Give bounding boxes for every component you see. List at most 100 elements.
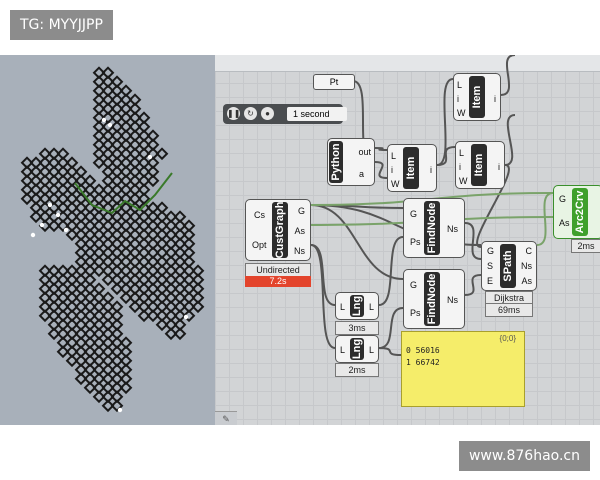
spath-output-As[interactable]: As <box>521 276 532 286</box>
lng1-input-L[interactable]: L <box>340 302 345 312</box>
timer-component[interactable]: ❚❚ ↻ ● 1 second <box>223 104 347 124</box>
spath-output-C[interactable]: C <box>526 246 533 256</box>
spath-output-Ns[interactable]: Ns <box>521 261 532 271</box>
spath-input-E[interactable]: E <box>487 276 493 286</box>
lng1-time-label: 3ms <box>335 321 379 335</box>
spath-input-G[interactable]: G <box>487 246 494 256</box>
wire <box>374 161 388 179</box>
spath-caption: SPath <box>500 244 516 288</box>
custgraph-caption: CustGraph <box>272 201 288 259</box>
custgraph-time-badge: 7.2s <box>245 276 311 287</box>
wire <box>378 236 404 306</box>
item3-input-L[interactable]: L <box>459 148 464 158</box>
custgraph-mode-label: Undirected <box>245 263 311 277</box>
lng2-time-label: 2ms <box>335 363 379 377</box>
spath-input-S[interactable]: S <box>487 261 493 271</box>
output-panel[interactable]: {0;0} 0 56016 1 66742 <box>401 331 525 407</box>
watermark-top-left: TG: MYYJJPP <box>10 10 113 40</box>
lng1-output-L[interactable]: L <box>369 302 374 312</box>
panel-row: 1 66742 <box>406 358 440 367</box>
findnode-component-2[interactable]: G Ps FindNode Ns <box>403 269 465 329</box>
mesh-node <box>107 122 113 128</box>
wire <box>436 146 456 166</box>
item3-input-i[interactable]: i <box>459 162 461 172</box>
lng2-caption: Lng <box>350 338 364 360</box>
findnode2-input-G[interactable]: G <box>410 280 417 290</box>
item2-input-i[interactable]: i <box>391 165 393 175</box>
findnode1-input-G[interactable]: G <box>410 209 417 219</box>
wire <box>310 244 336 349</box>
spath-component[interactable]: G S E SPath C Ns As <box>481 241 537 291</box>
wire <box>464 274 482 296</box>
wire <box>536 192 554 246</box>
findnode-component-1[interactable]: G Ps FindNode Ns <box>403 198 465 258</box>
lng-component-1[interactable]: L Lng L <box>335 292 379 320</box>
python-output-a[interactable]: a <box>359 169 364 179</box>
mesh-node <box>183 314 189 320</box>
findnode1-input-Ps[interactable]: Ps <box>410 237 421 247</box>
python-output-out[interactable]: out <box>358 147 371 157</box>
wire <box>504 114 516 166</box>
findnode2-output-Ns[interactable]: Ns <box>447 295 458 305</box>
wire <box>464 222 482 260</box>
wire <box>378 307 404 349</box>
custgraph-output-G[interactable]: G <box>298 206 305 216</box>
watermark-bottom-right: www.876hao.cn <box>458 441 590 471</box>
reset-icon[interactable]: ↻ <box>244 107 257 120</box>
pt-parameter[interactable]: Pt <box>313 74 355 90</box>
custgraph-output-As[interactable]: As <box>294 226 305 236</box>
item-component-1[interactable]: L i W Item i <box>453 73 501 121</box>
grasshopper-canvas[interactable]: Pt ❚❚ ↻ ● 1 second x a Python out a L i … <box>215 55 600 425</box>
arc2crv-component[interactable]: G As Arc2Crv <box>553 185 600 239</box>
arc2crv-time-label: 2ms <box>571 239 600 253</box>
item2-output-i[interactable]: i <box>430 165 432 175</box>
spath-time-label: 69ms <box>485 303 533 317</box>
item1-output-i[interactable]: i <box>494 94 496 104</box>
wire <box>374 147 388 151</box>
item1-input-W[interactable]: W <box>457 108 466 118</box>
python-component[interactable]: x a Python out a <box>327 138 375 186</box>
lng2-output-L[interactable]: L <box>369 345 374 355</box>
findnode1-output-Ns[interactable]: Ns <box>447 224 458 234</box>
mesh-node <box>39 222 45 228</box>
lng1-caption: Lng <box>350 295 364 317</box>
item3-caption: Item <box>471 144 487 186</box>
timer-interval-field[interactable]: 1 second <box>287 107 347 121</box>
mesh-node <box>55 212 61 218</box>
mesh-network-drawing <box>20 66 205 413</box>
stop-icon[interactable]: ● <box>261 107 274 120</box>
item2-input-L[interactable]: L <box>391 151 396 161</box>
item3-output-i[interactable]: i <box>498 162 500 172</box>
custgraph-output-Ns[interactable]: Ns <box>294 246 305 256</box>
item1-input-i[interactable]: i <box>457 94 459 104</box>
item2-caption: Item <box>403 147 419 189</box>
wire <box>378 347 402 356</box>
wire <box>500 55 516 96</box>
lng-component-2[interactable]: L Lng L <box>335 335 379 363</box>
custgraph-input-Cs[interactable]: Cs <box>254 210 265 220</box>
mesh-node <box>30 232 36 238</box>
item1-input-L[interactable]: L <box>457 80 462 90</box>
python-caption: Python <box>329 141 343 183</box>
panel-path-header: {0;0} <box>499 334 516 343</box>
mesh-node <box>147 154 153 160</box>
arc2crv-input-As[interactable]: As <box>559 218 570 228</box>
mesh-node <box>47 202 53 208</box>
canvas-corner-icon[interactable]: ✎ <box>215 411 237 425</box>
rhino-viewport[interactable] <box>0 55 215 425</box>
item-component-2[interactable]: L i W Item i <box>387 144 437 192</box>
findnode1-caption: FindNode <box>424 201 440 255</box>
item3-input-W[interactable]: W <box>459 176 468 186</box>
findnode2-input-Ps[interactable]: Ps <box>410 308 421 318</box>
custgraph-component[interactable]: Cs Opt CustGraph G As Ns <box>245 199 311 261</box>
mesh-node <box>63 227 69 233</box>
custgraph-input-Opt[interactable]: Opt <box>252 240 267 250</box>
wire <box>310 204 404 280</box>
item2-input-W[interactable]: W <box>391 179 400 189</box>
mesh-node <box>101 117 107 123</box>
item-component-3[interactable]: L i W Item i <box>455 141 505 189</box>
arc2crv-input-G[interactable]: G <box>559 194 566 204</box>
lng2-input-L[interactable]: L <box>340 345 345 355</box>
pause-icon[interactable]: ❚❚ <box>227 107 240 120</box>
findnode2-caption: FindNode <box>424 272 440 326</box>
